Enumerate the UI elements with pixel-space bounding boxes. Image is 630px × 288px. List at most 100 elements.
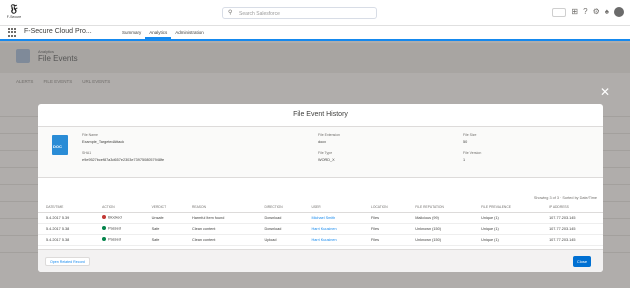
col-verdict[interactable]: VERDICT bbox=[143, 202, 185, 213]
app-nav-bar: F-Secure Cloud Pro... Summary Analytics … bbox=[0, 26, 630, 41]
app-name: F-Secure Cloud Pro... bbox=[24, 28, 92, 35]
f-secure-mark-icon: 𝔉 bbox=[10, 3, 18, 15]
modal-close-icon[interactable]: ✕ bbox=[600, 86, 610, 98]
f-secure-logo: 𝔉 F-Secure bbox=[6, 4, 22, 22]
sha1-field: SHA1 e9e9527bcef87a3d657e2303e7397508057… bbox=[82, 151, 164, 162]
page-title: File Events bbox=[38, 54, 78, 63]
add-icon[interactable]: ⊞ bbox=[571, 7, 578, 17]
modal-footer: Open Related Record Close bbox=[38, 249, 603, 272]
global-search[interactable]: ⚲ Search Salesforce bbox=[222, 7, 377, 19]
col-location[interactable]: LOCATION bbox=[363, 202, 408, 213]
cell-date: 5.4.2017 5.38 bbox=[38, 234, 95, 246]
col-ip-address[interactable]: IP ADDRESS bbox=[541, 202, 603, 213]
file-type-label: File Type bbox=[318, 151, 333, 155]
col-date-time[interactable]: DATE/TIME bbox=[38, 202, 95, 213]
passed-status-icon bbox=[102, 237, 107, 242]
cell-ip: 107.77.203.145 bbox=[541, 212, 603, 224]
file-version-value: 1 bbox=[463, 158, 466, 162]
modal-title: File Event History bbox=[38, 104, 603, 127]
table-row: 5.4.2017 5.39 Blocked Unsafe Harmful Ite… bbox=[38, 212, 603, 224]
tab-analytics[interactable]: Analytics bbox=[145, 26, 172, 39]
file-type-value: WORD_X bbox=[318, 158, 335, 162]
file-size-field: File Size 50 bbox=[463, 133, 476, 144]
action-text: Passed bbox=[108, 226, 121, 231]
cell-date: 5.4.2017 5.38 bbox=[38, 223, 95, 235]
cell-date: 5.4.2017 5.39 bbox=[38, 212, 95, 224]
cell-reason: Harmful Item found bbox=[184, 212, 257, 224]
tab-summary[interactable]: Summary bbox=[118, 26, 145, 39]
action-text: Blocked bbox=[108, 215, 122, 220]
col-user[interactable]: USER bbox=[303, 202, 363, 213]
doc-icon-label: DOC bbox=[53, 144, 62, 149]
cell-reputation: Unknown (150) bbox=[407, 234, 474, 246]
file-events-icon bbox=[16, 49, 30, 63]
table-header-row: DATE/TIME ACTION VERDICT REASON DIRECTIO… bbox=[38, 202, 603, 213]
cell-verdict: Unsafe bbox=[143, 212, 185, 224]
nav-tabs: Summary Analytics Administration bbox=[118, 26, 208, 39]
header-utility-icons: ⊞ ? ⚙ ♠ bbox=[552, 7, 624, 17]
file-version-label: File Version bbox=[463, 151, 482, 155]
cell-reason: Clean content bbox=[184, 223, 257, 235]
file-name-value: Example_TargetedAttack bbox=[82, 140, 125, 144]
cell-user-link[interactable]: Michael Smith bbox=[303, 212, 363, 224]
cell-ip: 107.77.203.145 bbox=[541, 223, 603, 235]
file-extension-value: docx bbox=[318, 140, 327, 144]
avatar[interactable] bbox=[614, 7, 624, 17]
file-name-label: File Name bbox=[82, 133, 98, 137]
file-size-label: File Size bbox=[463, 133, 477, 137]
doc-file-icon: DOC bbox=[52, 135, 68, 155]
cell-location: Files bbox=[363, 212, 408, 224]
cell-reputation: Malicious (99) bbox=[407, 212, 474, 224]
cell-location: Files bbox=[363, 234, 408, 246]
cell-reputation: Unknown (150) bbox=[407, 223, 474, 235]
file-size-value: 50 bbox=[463, 140, 468, 144]
subtab-url-events[interactable]: URL EVENTS bbox=[82, 79, 110, 84]
cell-prevalence: Unique (1) bbox=[473, 234, 542, 246]
table-row: 5.4.2017 5.38 Passed Safe Clean content … bbox=[38, 234, 603, 246]
sha1-label: SHA1 bbox=[82, 151, 92, 155]
cell-action: Passed bbox=[94, 223, 144, 235]
close-button[interactable]: Close bbox=[573, 256, 591, 267]
cell-action: Passed bbox=[94, 234, 144, 246]
favorites-icon[interactable] bbox=[552, 7, 567, 17]
cell-verdict: Safe bbox=[143, 223, 185, 235]
page-subtabs: ALERTS FILE EVENTS URL EVENTS bbox=[16, 79, 110, 84]
col-reason[interactable]: REASON bbox=[184, 202, 257, 213]
file-extension-label: File Extension bbox=[318, 133, 340, 137]
cell-direction: Download bbox=[256, 223, 304, 235]
file-type-field: File Type WORD_X bbox=[318, 151, 335, 162]
cell-action: Blocked bbox=[94, 212, 144, 224]
cell-prevalence: Unique (1) bbox=[473, 223, 542, 235]
passed-status-icon bbox=[102, 226, 107, 231]
file-version-field: File Version 1 bbox=[463, 151, 481, 162]
cell-direction: Upload bbox=[256, 234, 304, 246]
sha1-value: e9e9527bcef87a3d657e2303e7397508057948fe bbox=[82, 158, 165, 162]
file-event-history-modal: File Event History DOC File Name Example… bbox=[38, 104, 603, 272]
file-extension-field: File Extension docx bbox=[318, 133, 340, 144]
subtab-alerts[interactable]: ALERTS bbox=[16, 79, 33, 84]
cell-ip: 107.77.203.145 bbox=[541, 234, 603, 246]
col-action[interactable]: ACTION bbox=[94, 202, 144, 213]
event-history-table: DATE/TIME ACTION VERDICT REASON DIRECTIO… bbox=[38, 202, 603, 246]
col-file-reputation[interactable]: FILE REPUTATION bbox=[407, 202, 474, 213]
logo-text: F-Secure bbox=[6, 15, 22, 19]
subtab-file-events[interactable]: FILE EVENTS bbox=[43, 79, 72, 84]
cell-prevalence: Unique (1) bbox=[473, 212, 542, 224]
file-details-panel: DOC File Name Example_TargetedAttack SHA… bbox=[38, 127, 603, 178]
table-row: 5.4.2017 5.38 Passed Safe Clean content … bbox=[38, 223, 603, 235]
tab-administration[interactable]: Administration bbox=[171, 26, 208, 39]
col-direction[interactable]: DIRECTION bbox=[256, 202, 304, 213]
cell-user-link[interactable]: Harri Kuusinen bbox=[303, 223, 363, 235]
cell-user-link[interactable]: Harri Kuusinen bbox=[303, 234, 363, 246]
help-icon[interactable]: ? bbox=[583, 7, 587, 17]
app-launcher-icon[interactable] bbox=[8, 28, 17, 37]
page-header: Analytics File Events bbox=[0, 43, 630, 73]
notifications-icon[interactable]: ♠ bbox=[605, 7, 609, 17]
search-placeholder: Search Salesforce bbox=[239, 11, 280, 17]
setup-icon[interactable]: ⚙ bbox=[593, 7, 600, 17]
global-header: 𝔉 F-Secure ⚲ Search Salesforce ⊞ ? ⚙ ♠ bbox=[0, 0, 630, 26]
open-related-record-button[interactable]: Open Related Record bbox=[45, 257, 90, 266]
col-file-prevalence[interactable]: FILE PREVALENCE bbox=[473, 202, 542, 213]
action-text: Passed bbox=[108, 237, 121, 242]
file-name-field: File Name Example_TargetedAttack bbox=[82, 133, 124, 144]
